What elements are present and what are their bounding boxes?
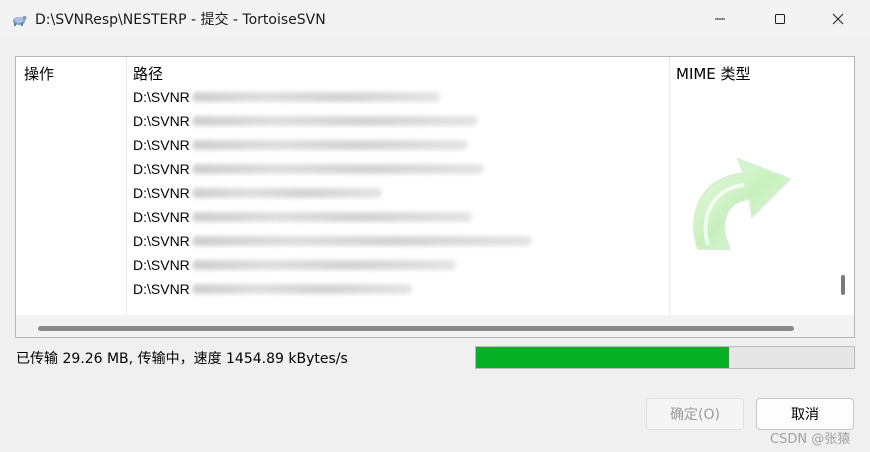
progress-bar — [475, 346, 855, 369]
list-item[interactable]: D:\SVNR — [133, 109, 478, 133]
list-item[interactable]: D:\SVNR — [133, 229, 532, 253]
file-path: D:\SVNR — [133, 257, 190, 273]
file-path: D:\SVNR — [133, 161, 190, 177]
watermark: CSDN @张猿 — [770, 432, 851, 447]
list-item[interactable]: D:\SVNR — [133, 181, 382, 205]
file-path: D:\SVNR — [133, 113, 190, 129]
redacted-path — [191, 212, 472, 222]
list-item[interactable]: D:\SVNR — [133, 253, 456, 277]
list-item[interactable]: D:\SVNR — [133, 205, 472, 229]
close-button[interactable] — [815, 0, 861, 38]
redacted-path — [191, 140, 468, 150]
close-icon — [832, 13, 844, 25]
redacted-path — [191, 284, 412, 294]
progress-fill — [476, 347, 730, 368]
column-separator — [669, 57, 670, 315]
redacted-path — [191, 260, 456, 270]
commit-arrow-icon — [693, 157, 792, 250]
minimize-icon — [715, 18, 725, 20]
horizontal-scrollbar[interactable] — [38, 326, 794, 331]
file-path: D:\SVNR — [133, 89, 190, 105]
file-path: D:\SVNR — [133, 185, 190, 201]
redacted-path — [191, 188, 382, 198]
title-bar[interactable]: D:\SVNResp\NESTERP - 提交 - TortoiseSVN — [0, 0, 870, 38]
file-path: D:\SVNR — [133, 281, 190, 297]
list-item[interactable]: D:\SVNR — [133, 133, 468, 157]
list-item[interactable]: D:\SVNR — [133, 85, 440, 109]
column-separator — [126, 57, 127, 315]
maximize-button[interactable] — [757, 0, 803, 38]
redacted-path — [191, 236, 532, 246]
ok-button[interactable]: 确定(O) — [646, 398, 744, 430]
commit-file-list[interactable]: 操作 路径 MIME 类型 D:\SVNR D:\SVNR D:\SVNR D:… — [15, 56, 855, 338]
redacted-path — [191, 164, 484, 174]
cancel-button[interactable]: 取消 — [756, 398, 854, 430]
maximize-icon — [775, 14, 785, 24]
column-header-mime[interactable]: MIME 类型 — [676, 63, 751, 84]
transfer-status: 已传输 29.26 MB, 传输中，速度 1454.89 kBytes/s — [16, 351, 348, 367]
tortoise-svn-icon — [13, 16, 27, 26]
column-header-action[interactable]: 操作 — [24, 63, 54, 84]
file-path: D:\SVNR — [133, 209, 190, 225]
minimize-button[interactable] — [697, 0, 743, 38]
window-title: D:\SVNResp\NESTERP - 提交 - TortoiseSVN — [35, 12, 326, 28]
redacted-path — [191, 116, 478, 126]
column-header-path[interactable]: 路径 — [133, 63, 163, 84]
list-item[interactable]: D:\SVNR — [133, 277, 412, 301]
file-path: D:\SVNR — [133, 233, 190, 249]
vertical-scrollbar[interactable] — [841, 275, 845, 295]
redacted-path — [191, 92, 440, 102]
file-path: D:\SVNR — [133, 137, 190, 153]
list-item[interactable]: D:\SVNR — [133, 157, 484, 181]
